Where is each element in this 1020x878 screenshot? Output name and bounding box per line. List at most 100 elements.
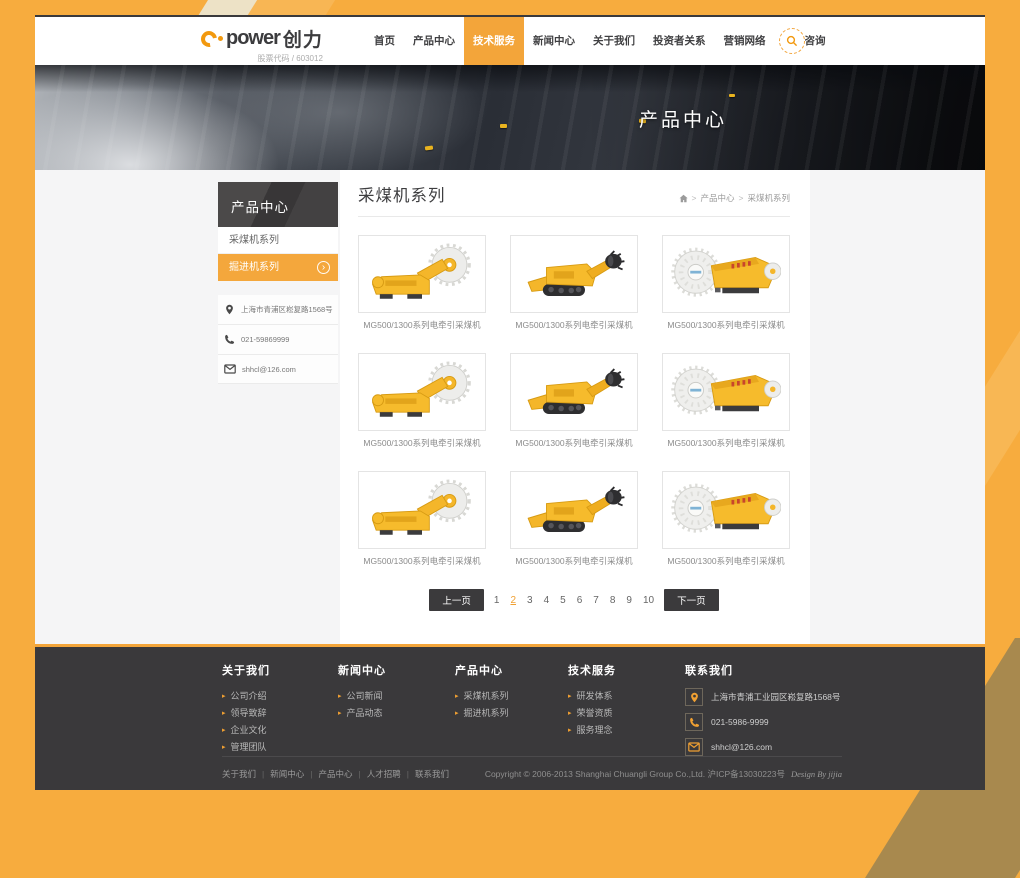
page-number-link[interactable]: 7 bbox=[592, 595, 600, 606]
logo-text-cn: 创力 bbox=[283, 25, 323, 52]
bullet-icon: ▸ bbox=[222, 705, 226, 722]
product-card[interactable]: MG500/1300系列电牵引采煤机 bbox=[358, 471, 486, 567]
logo-text-en: power bbox=[226, 27, 280, 50]
footer-columns: 关于我们▸公司介绍▸领导致辞▸企业文化▸管理团队新闻中心▸公司新闻▸产品动态产品… bbox=[222, 662, 685, 756]
product-grid: MG500/1300系列电牵引采煤机 MG500/1300系列电牵引采煤机 MG… bbox=[358, 235, 790, 567]
email-icon bbox=[688, 742, 700, 752]
product-card[interactable]: MG500/1300系列电牵引采煤机 bbox=[662, 471, 790, 567]
main-panel: 采煤机系列 >产品中心>采煤机系列 MG500/1300系列电牵引采煤机 MG5… bbox=[358, 182, 790, 611]
logo-dot-icon bbox=[218, 36, 223, 41]
truck-dot bbox=[500, 124, 507, 128]
footer-link[interactable]: ▸公司新闻 bbox=[338, 688, 455, 705]
copyright: Copyright © 2006-2013 Shanghai Chuangli … bbox=[485, 768, 842, 780]
breadcrumb-item[interactable]: 产品中心 bbox=[701, 192, 735, 204]
product-image[interactable] bbox=[662, 235, 790, 313]
footer-link[interactable]: ▸管理团队 bbox=[222, 739, 338, 756]
footer-link[interactable]: ▸领导致辞 bbox=[222, 705, 338, 722]
footer-bottom-link[interactable]: 联系我们 bbox=[415, 768, 449, 780]
search-button[interactable] bbox=[779, 28, 805, 54]
bullet-icon: ▸ bbox=[568, 722, 572, 739]
page-number-link[interactable]: 8 bbox=[609, 595, 617, 606]
page-number-link[interactable]: 3 bbox=[526, 595, 534, 606]
footer-bottom-link[interactable]: 关于我们 bbox=[222, 768, 270, 780]
sidebar-contact-row: 上海市青浦区崧复路1568号 bbox=[218, 295, 338, 325]
footer-link[interactable]: ▸服务理念 bbox=[568, 722, 685, 739]
product-card[interactable]: MG500/1300系列电牵引采煤机 bbox=[662, 353, 790, 449]
footer-column-title: 产品中心 bbox=[455, 662, 568, 678]
site-page: power 创力 股票代码 / 603012 首页产品中心技术服务新闻中心关于我… bbox=[35, 15, 985, 790]
company-logo[interactable]: power 创力 股票代码 / 603012 bbox=[201, 25, 323, 64]
stock-code-label: 股票代码 / 603012 bbox=[201, 53, 323, 64]
footer-column: 新闻中心 ▸公司新闻▸产品动态 bbox=[338, 662, 455, 756]
product-name: MG500/1300系列电牵引采煤机 bbox=[510, 437, 638, 449]
product-image[interactable] bbox=[510, 471, 638, 549]
main-nav: 首页产品中心技术服务新闻中心关于我们投资者关系营销网络在线咨询 bbox=[365, 17, 835, 65]
page-number-link[interactable]: 2 bbox=[509, 595, 517, 606]
truck-dot bbox=[425, 145, 433, 150]
sidebar-category-item[interactable]: 掘进机系列› bbox=[218, 254, 338, 281]
machine-illustration bbox=[519, 479, 629, 541]
next-page-button[interactable]: 下一页 bbox=[664, 589, 719, 611]
footer-bottom-link[interactable]: 产品中心 bbox=[318, 768, 366, 780]
footer-link[interactable]: ▸采煤机系列 bbox=[455, 688, 568, 705]
bullet-icon: ▸ bbox=[455, 688, 459, 705]
sidebar-category-item[interactable]: 采煤机系列› bbox=[218, 227, 338, 254]
product-card[interactable]: MG500/1300系列电牵引采煤机 bbox=[510, 471, 638, 567]
product-image[interactable] bbox=[358, 471, 486, 549]
page-number-link[interactable]: 1 bbox=[493, 595, 501, 606]
footer-column-title: 新闻中心 bbox=[338, 662, 455, 678]
bullet-icon: ▸ bbox=[568, 688, 572, 705]
sidebar-contact-row: 021-59869999 bbox=[218, 325, 338, 355]
product-image[interactable] bbox=[662, 353, 790, 431]
nav-item[interactable]: 投资者关系 bbox=[644, 17, 715, 65]
footer-link[interactable]: ▸掘进机系列 bbox=[455, 705, 568, 722]
page-number-link[interactable]: 10 bbox=[642, 595, 655, 606]
product-name: MG500/1300系列电牵引采煤机 bbox=[358, 437, 486, 449]
page-number-link[interactable]: 9 bbox=[625, 595, 633, 606]
sidebar-contact: 上海市青浦区崧复路1568号021-59869999shhcl@126.com bbox=[218, 295, 338, 384]
product-image[interactable] bbox=[510, 353, 638, 431]
page-number-link[interactable]: 6 bbox=[576, 595, 584, 606]
hero-banner: 产品中心 bbox=[35, 65, 985, 170]
machine-illustration bbox=[367, 243, 477, 305]
bullet-icon: ▸ bbox=[222, 739, 226, 756]
nav-item[interactable]: 技术服务 bbox=[464, 17, 524, 65]
product-card[interactable]: MG500/1300系列电牵引采煤机 bbox=[662, 235, 790, 331]
product-card[interactable]: MG500/1300系列电牵引采煤机 bbox=[358, 235, 486, 331]
bullet-icon: ▸ bbox=[568, 705, 572, 722]
page-number-link[interactable]: 4 bbox=[543, 595, 551, 606]
chevron-right-icon: › bbox=[317, 261, 330, 274]
footer-bottom-link[interactable]: 新闻中心 bbox=[270, 768, 318, 780]
footer-contact-row: shhcl@126.com bbox=[685, 738, 845, 756]
footer-link[interactable]: ▸企业文化 bbox=[222, 722, 338, 739]
sidebar-menu: 采煤机系列›掘进机系列› bbox=[218, 227, 338, 281]
product-card[interactable]: MG500/1300系列电牵引采煤机 bbox=[510, 235, 638, 331]
footer-link[interactable]: ▸产品动态 bbox=[338, 705, 455, 722]
location-pin-icon bbox=[224, 304, 235, 315]
page-number-link[interactable]: 5 bbox=[559, 595, 567, 606]
footer-link[interactable]: ▸研发体系 bbox=[568, 688, 685, 705]
footer-bottom-link[interactable]: 人才招聘 bbox=[367, 768, 415, 780]
nav-item[interactable]: 关于我们 bbox=[584, 17, 644, 65]
prev-page-button[interactable]: 上一页 bbox=[429, 589, 484, 611]
product-image[interactable] bbox=[358, 235, 486, 313]
sidebar-title: 产品中心 bbox=[218, 182, 338, 227]
footer-link[interactable]: ▸荣誉资质 bbox=[568, 705, 685, 722]
home-icon[interactable] bbox=[679, 194, 688, 203]
pagination: 上一页 123456789 10 下一页 bbox=[358, 589, 790, 611]
bullet-icon: ▸ bbox=[222, 688, 226, 705]
product-card[interactable]: MG500/1300系列电牵引采煤机 bbox=[510, 353, 638, 449]
nav-item[interactable]: 产品中心 bbox=[404, 17, 464, 65]
product-card[interactable]: MG500/1300系列电牵引采煤机 bbox=[358, 353, 486, 449]
footer-column-title: 技术服务 bbox=[568, 662, 685, 678]
product-image[interactable] bbox=[662, 471, 790, 549]
nav-item[interactable]: 首页 bbox=[365, 17, 404, 65]
nav-item[interactable]: 营销网络 bbox=[715, 17, 775, 65]
breadcrumb-item[interactable]: 采煤机系列 bbox=[747, 192, 790, 204]
product-image[interactable] bbox=[358, 353, 486, 431]
product-name: MG500/1300系列电牵引采煤机 bbox=[358, 319, 486, 331]
product-image[interactable] bbox=[510, 235, 638, 313]
nav-item[interactable]: 新闻中心 bbox=[524, 17, 584, 65]
banner-title: 产品中心 bbox=[639, 105, 727, 132]
footer-link[interactable]: ▸公司介绍 bbox=[222, 688, 338, 705]
